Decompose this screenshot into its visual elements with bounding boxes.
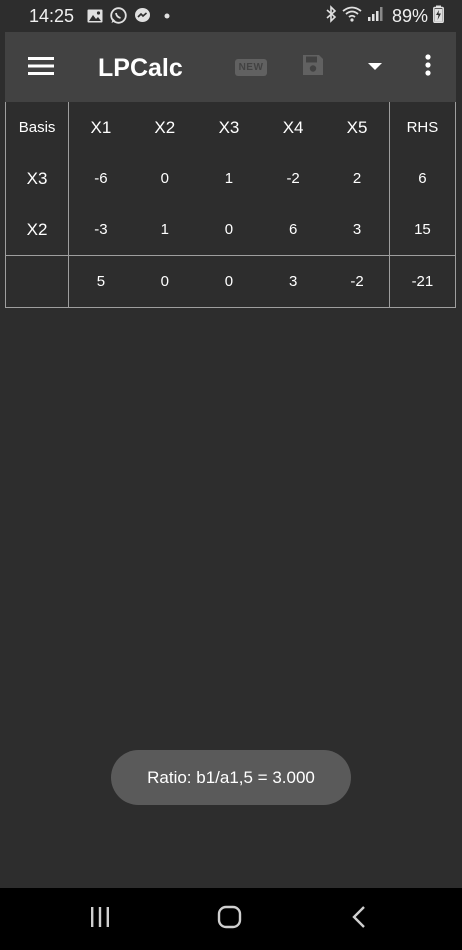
objective-cell[interactable]: 3 — [261, 255, 326, 308]
save-button[interactable] — [296, 52, 330, 82]
rhs-cell[interactable]: 6 — [388, 153, 457, 204]
objective-row: 5 0 0 3 -2 -21 — [4, 255, 457, 308]
wifi-icon — [342, 6, 362, 27]
coef-cell[interactable]: 3 — [325, 204, 389, 256]
recent-apps-icon — [88, 906, 112, 933]
dropdown-button[interactable] — [358, 52, 392, 82]
navigation-bar — [0, 888, 462, 950]
coef-cell[interactable]: 0 — [133, 153, 197, 204]
table-row: X2 -3 1 0 6 3 15 — [4, 204, 457, 256]
recent-apps-button[interactable] — [85, 906, 115, 932]
basis-cell[interactable]: X2 — [4, 204, 70, 256]
save-icon — [301, 53, 325, 82]
status-time: 14:25 — [29, 6, 75, 26]
back-icon — [351, 905, 367, 934]
ratio-toast: Ratio: b1/a1,5 = 3.000 — [111, 750, 351, 805]
new-button[interactable]: NEW — [231, 54, 271, 80]
rhs-cell[interactable]: 15 — [388, 204, 457, 256]
dropdown-icon — [368, 58, 382, 76]
header-row: Basis X1 X2 X3 X4 X5 RHS — [4, 102, 457, 153]
rhs-header: RHS — [388, 102, 457, 153]
coef-cell[interactable]: 0 — [197, 204, 261, 256]
menu-button[interactable] — [19, 46, 63, 90]
dot-icon — [158, 7, 175, 24]
battery-percent: 89% — [391, 6, 428, 26]
app-toolbar: LPCalc NEW — [5, 32, 456, 102]
coef-cell[interactable]: 1 — [133, 204, 197, 256]
more-options-button[interactable] — [413, 50, 443, 84]
app-title: LPCalc — [98, 54, 183, 82]
coef-cell[interactable]: 6 — [261, 204, 325, 256]
new-icon: NEW — [234, 58, 268, 76]
coef-cell[interactable]: 2 — [325, 153, 389, 204]
notification-icons — [86, 7, 175, 24]
objective-cell[interactable]: 0 — [132, 255, 197, 308]
var-header-x3: X3 — [218, 117, 240, 137]
objective-cell[interactable]: 0 — [196, 255, 262, 308]
back-button[interactable] — [346, 905, 372, 934]
simplex-tableau: Basis X1 X2 X3 X4 X5 RHS X3 -6 0 1 -2 2 … — [4, 102, 457, 308]
status-bar: 14:25 89% — [0, 0, 462, 32]
menu-icon — [28, 56, 54, 81]
battery-charging-icon — [433, 5, 444, 28]
gallery-icon — [86, 7, 103, 24]
objective-cell[interactable]: 5 — [68, 255, 133, 308]
system-icons: 89% — [325, 5, 444, 28]
coef-cell[interactable]: -2 — [261, 153, 325, 204]
whatsapp-icon — [110, 7, 127, 24]
toast-text: Ratio: b1/a1,5 = 3.000 — [147, 767, 315, 787]
signal-icon — [367, 6, 383, 27]
home-icon — [217, 905, 243, 934]
objective-basis-cell — [4, 255, 70, 308]
messenger-icon — [134, 7, 151, 24]
tableau-table: Basis X1 X2 X3 X4 X5 RHS X3 -6 0 1 -2 2 … — [4, 102, 457, 308]
var-header-x5: X5 — [346, 117, 368, 137]
table-row: X3 -6 0 1 -2 2 6 — [4, 153, 457, 204]
var-header-x1: X1 — [90, 117, 112, 137]
more-vert-icon — [425, 53, 431, 81]
objective-rhs-cell[interactable]: -21 — [388, 255, 457, 308]
coef-cell[interactable]: -6 — [69, 153, 133, 204]
coef-cell[interactable]: 1 — [197, 153, 261, 204]
bluetooth-icon — [325, 5, 337, 28]
home-button[interactable] — [215, 905, 245, 934]
basis-header: Basis — [4, 102, 70, 153]
coef-cell[interactable]: -3 — [69, 204, 133, 256]
objective-cell[interactable]: -2 — [325, 255, 390, 308]
var-header-x2: X2 — [154, 117, 176, 137]
basis-cell[interactable]: X3 — [4, 153, 70, 204]
var-header-x4: X4 — [282, 117, 304, 137]
